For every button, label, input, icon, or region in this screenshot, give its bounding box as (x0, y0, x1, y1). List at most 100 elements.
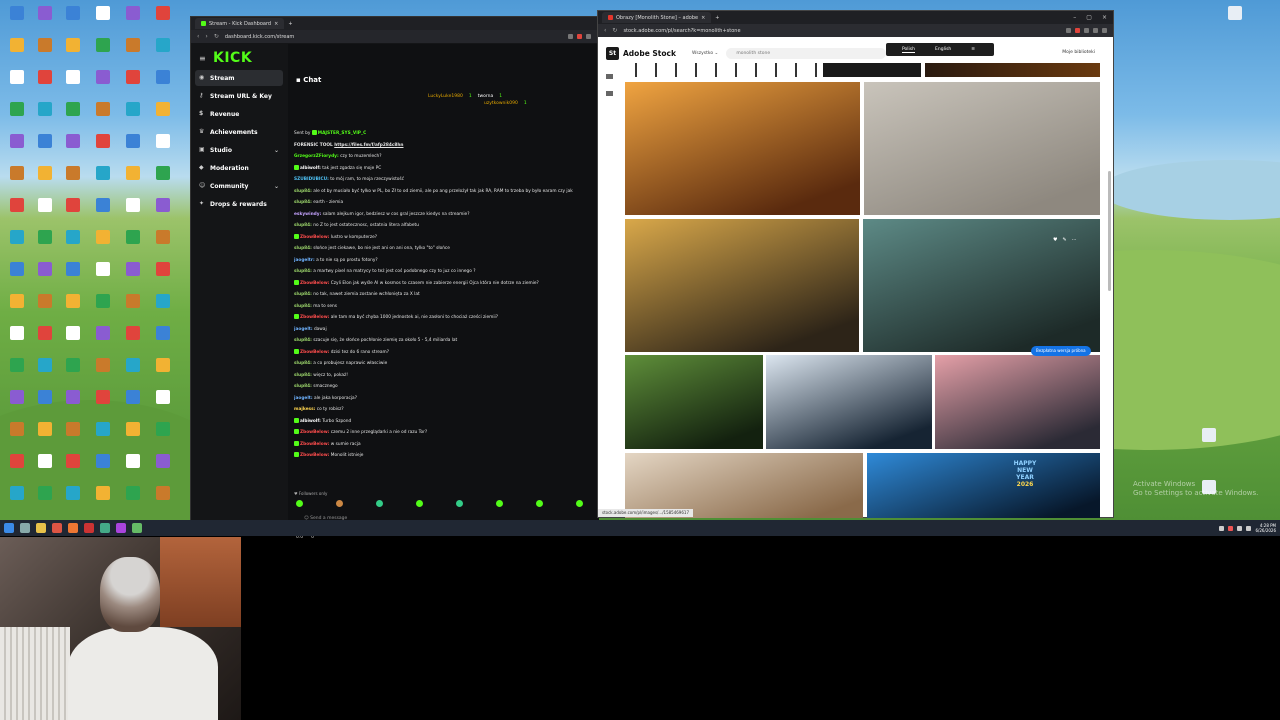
desktop-shortcut-icon[interactable] (8, 38, 26, 62)
desktop-shortcut-icon[interactable] (8, 230, 26, 254)
app-icon[interactable] (132, 523, 142, 533)
sidebar-item-stream-url-key[interactable]: ⚷ Stream URL & Key (195, 88, 283, 104)
tray-icon[interactable] (1228, 525, 1234, 531)
desktop-shortcut-icon[interactable] (64, 6, 82, 30)
desktop-shortcut-icon[interactable] (124, 166, 142, 190)
desktop-shortcut-icon[interactable] (124, 38, 142, 62)
desktop-shortcut-icon[interactable] (124, 70, 142, 94)
extension-icon[interactable] (1084, 28, 1089, 33)
desktop-shortcut-icon[interactable] (154, 6, 172, 30)
chat-username[interactable]: ZbowBelow: (300, 235, 329, 240)
adobe-tab[interactable]: Obrazy [Monolith Stone] – adobe × (602, 12, 712, 23)
desktop-shortcut-icon[interactable] (124, 230, 142, 254)
brave-icon[interactable] (52, 523, 62, 533)
desktop-shortcut-icon[interactable] (8, 454, 26, 478)
desktop-shortcut-icon[interactable] (124, 422, 142, 446)
back-icon[interactable]: ‹ (197, 33, 199, 40)
chat-username[interactable]: slup84: (294, 361, 312, 366)
back-icon[interactable]: ‹ (604, 27, 606, 34)
desktop-shortcut-icon[interactable] (94, 38, 112, 62)
chat-username[interactable]: slup84: (294, 292, 312, 297)
desktop-shortcut-icon[interactable] (154, 198, 172, 222)
chat-username[interactable]: slup84: (294, 200, 312, 205)
desktop-shortcut-icon[interactable] (36, 134, 54, 158)
desktop-shortcut-icon[interactable] (124, 102, 142, 126)
volume-icon[interactable] (1246, 525, 1252, 531)
search-icon[interactable] (20, 523, 30, 533)
desktop-shortcut-icon[interactable] (154, 422, 172, 446)
desktop-shortcut-icon[interactable] (8, 6, 26, 30)
menu-icon[interactable]: ≡ (971, 47, 975, 52)
desktop-shortcut-icon[interactable] (124, 198, 142, 222)
chat-username[interactable]: majkess: (294, 407, 315, 412)
desktop-shortcut-icon[interactable] (154, 230, 172, 254)
language-option-english[interactable]: English (935, 47, 951, 52)
emote-icon[interactable] (376, 500, 383, 507)
extension-icon[interactable] (1075, 28, 1080, 33)
desktop-shortcut-icon[interactable] (154, 294, 172, 318)
maximize-icon[interactable]: ▢ (1086, 14, 1092, 21)
chat-username[interactable]: jaogeltr: (294, 258, 315, 263)
desktop-shortcut-icon[interactable] (124, 6, 142, 30)
desktop-shortcut-icon[interactable] (64, 486, 82, 510)
chat-username[interactable]: ZbowBelow: (300, 315, 329, 320)
close-icon[interactable]: × (995, 47, 999, 52)
adobe-stock-brand[interactable]: Adobe Stock (623, 49, 676, 58)
free-trial-badge[interactable]: Bezpłatna wersja próbna (1031, 346, 1091, 356)
edit-icon[interactable]: ✎ (1062, 237, 1066, 243)
desktop-shortcut-icon[interactable] (124, 294, 142, 318)
chat-username[interactable]: slup84: (294, 269, 312, 274)
desktop-shortcut-icon[interactable] (36, 422, 54, 446)
desktop-shortcut-icon[interactable] (124, 358, 142, 382)
leaderboard-name[interactable]: LuckyLuke1980 (428, 93, 463, 100)
image-thumbnail[interactable] (925, 63, 1100, 77)
desktop-shortcut-icon[interactable] (94, 422, 112, 446)
desktop-shortcut-icon[interactable] (94, 358, 112, 382)
start-icon[interactable] (4, 523, 14, 533)
desktop-shortcut-icon[interactable] (94, 230, 112, 254)
firefox-icon[interactable] (68, 523, 78, 533)
chat-username[interactable]: ZbowBelow: (300, 442, 329, 447)
desktop-shortcut-icon[interactable] (36, 294, 54, 318)
image-thumbnail[interactable] (823, 63, 921, 77)
desktop-shortcut-icon[interactable] (64, 166, 82, 190)
desktop-shortcut-icon[interactable] (94, 6, 112, 30)
desktop-shortcut-icon[interactable] (8, 326, 26, 350)
heart-icon[interactable]: ♥ (1053, 237, 1057, 243)
folder-icon[interactable] (36, 523, 46, 533)
desktop-shortcut-icon[interactable] (64, 358, 82, 382)
desktop-shortcut-icon[interactable] (94, 198, 112, 222)
desktop-shortcut-icon[interactable] (94, 102, 112, 126)
desktop-shortcut-icon[interactable] (64, 102, 82, 126)
extension-icon[interactable] (1093, 28, 1098, 33)
desktop-shortcut-icon[interactable] (64, 422, 82, 446)
image-thumbnail[interactable] (864, 82, 1100, 215)
pinned-tool-url[interactable]: https://files.fm/f/afp284c8hn (334, 143, 403, 148)
desktop-shortcut-icon[interactable] (8, 358, 26, 382)
desktop-shortcut-icon[interactable] (94, 390, 112, 414)
image-thumbnail[interactable] (625, 63, 818, 77)
desktop-shortcut-icon[interactable] (154, 262, 172, 286)
pinned-sender[interactable]: MAJSTER_SYS_VIP_C (318, 131, 366, 136)
chat-username[interactable]: eskywindy: (294, 212, 321, 217)
desktop-shortcut-icon[interactable] (64, 390, 82, 414)
chat-username[interactable]: slup84: (294, 338, 312, 343)
desktop-shortcut-icon[interactable] (36, 454, 54, 478)
filter-icon[interactable] (605, 91, 613, 96)
desktop-shortcut-icon[interactable] (94, 166, 112, 190)
desktop-shortcut-icon[interactable] (36, 390, 54, 414)
sidebar-item-achievements[interactable]: ♛ Achievements (195, 124, 283, 140)
desktop-shortcut-icon[interactable] (94, 262, 112, 286)
app-icon[interactable] (84, 523, 94, 533)
new-tab-button[interactable]: + (288, 21, 292, 27)
extension-icon[interactable] (1102, 28, 1107, 33)
emote-icon[interactable] (576, 500, 583, 507)
taskbar-clock[interactable]: 4:28 PM 6/26/2026 (1255, 523, 1276, 533)
chat-username[interactable]: slup84: (294, 223, 312, 228)
desktop-shortcut-icon[interactable] (36, 6, 54, 30)
image-thumbnail[interactable] (935, 355, 1100, 449)
desktop-shortcut-icon[interactable] (8, 294, 26, 318)
scrollbar[interactable] (1108, 171, 1111, 291)
reload-icon[interactable]: ↻ (214, 33, 219, 40)
desktop-shortcut-icon[interactable] (94, 134, 112, 158)
